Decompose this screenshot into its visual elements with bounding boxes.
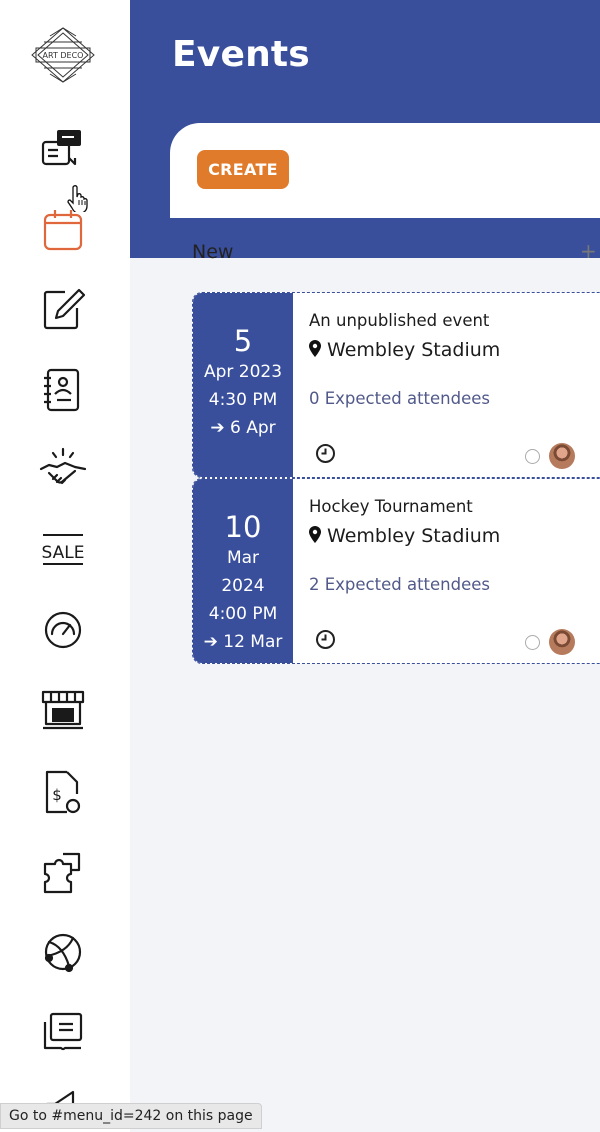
activity-clock-icon[interactable] — [315, 443, 336, 464]
event-location: Wembley Stadium — [309, 525, 500, 547]
website-globe-icon — [44, 933, 82, 973]
event-card-body: An unpublished event Wembley Stadium 0 E… — [309, 293, 600, 477]
elearning-book-icon — [43, 1012, 83, 1051]
logo-text: ART DECO — [43, 51, 84, 60]
arrow-right-icon: ➔ — [203, 632, 224, 652]
calendar-icon — [43, 210, 83, 251]
event-name: Hockey Tournament — [309, 497, 473, 516]
sidebar-item-sales[interactable]: SALE — [39, 526, 87, 574]
sidebar-item-elearning[interactable] — [39, 1008, 87, 1056]
expected-attendees: 2 Expected attendees — [309, 575, 491, 594]
kanban-column-add-button[interactable]: + — [580, 239, 597, 263]
map-marker-icon — [309, 526, 321, 543]
event-card[interactable]: 10 Mar 2024 4:00 PM ➔ 12 Mar Hockey Tour… — [192, 478, 600, 664]
crm-handshake-icon — [39, 447, 87, 485]
event-card-body: Hockey Tournament Wembley Stadium 2 Expe… — [309, 479, 600, 663]
expected-attendees: 0 Expected attendees — [309, 389, 491, 408]
sidebar-item-notes[interactable] — [39, 286, 87, 334]
sidebar-item-website[interactable] — [39, 928, 87, 976]
kanban-state-radio[interactable] — [525, 635, 540, 650]
sidebar-item-point-of-sale[interactable] — [39, 686, 87, 734]
app-sidebar: ART DECO SALE $ — [0, 0, 130, 1132]
avatar[interactable] — [549, 443, 575, 469]
event-name: An unpublished event — [309, 311, 490, 330]
browser-status-bar: Go to #menu_id=242 on this page — [0, 1103, 262, 1129]
event-end-date: ➔ 6 Apr — [210, 418, 276, 438]
create-button[interactable]: CREATE — [197, 150, 289, 189]
contacts-icon — [44, 368, 80, 412]
event-time: 4:30 PM — [208, 390, 278, 410]
sidebar-item-contacts[interactable] — [39, 366, 87, 414]
activity-clock-icon[interactable] — [315, 629, 336, 650]
notes-icon — [43, 288, 86, 330]
sales-icon: SALE — [42, 534, 85, 565]
avatar[interactable] — [549, 629, 575, 655]
arrow-right-icon: ➔ — [210, 418, 230, 438]
sidebar-item-crm[interactable] — [39, 445, 87, 493]
kanban-state-radio[interactable] — [525, 449, 540, 464]
art-deco-logo[interactable]: ART DECO — [30, 26, 96, 84]
svg-text:$: $ — [52, 786, 62, 804]
sidebar-item-discuss[interactable] — [39, 128, 87, 176]
event-end-date: ➔ 12 Mar — [203, 632, 283, 652]
event-day: 10 — [224, 510, 262, 544]
map-marker-icon — [309, 340, 321, 357]
sidebar-item-calendar[interactable] — [39, 207, 87, 255]
event-date-block: 5 Apr 2023 4:30 PM ➔ 6 Apr — [193, 293, 293, 477]
event-card[interactable]: 5 Apr 2023 4:30 PM ➔ 6 Apr An unpublishe… — [192, 292, 600, 478]
event-location: Wembley Stadium — [309, 339, 500, 361]
dashboard-gauge-icon — [44, 611, 82, 649]
sidebar-item-dashboard[interactable] — [39, 606, 87, 654]
page-title: Events — [172, 34, 310, 75]
event-year: 2024 — [221, 576, 265, 596]
event-time: 4:00 PM — [208, 604, 278, 624]
event-month: Mar — [226, 548, 260, 568]
sidebar-item-invoicing[interactable]: $ — [39, 768, 87, 816]
sidebar-item-apps[interactable] — [39, 848, 87, 896]
event-date-block: 10 Mar 2024 4:00 PM ➔ 12 Mar — [193, 479, 293, 663]
kanban-column-title: New — [192, 241, 234, 263]
event-month-year: Apr 2023 — [203, 362, 283, 382]
event-day: 5 — [233, 324, 253, 358]
discuss-icon — [41, 130, 81, 166]
invoicing-icon: $ — [45, 770, 81, 814]
hand-pointer-cursor-icon — [67, 185, 88, 212]
svg-text:SALE: SALE — [42, 543, 85, 563]
point-of-sale-shop-icon — [41, 690, 85, 730]
apps-puzzle-icon — [43, 852, 81, 894]
